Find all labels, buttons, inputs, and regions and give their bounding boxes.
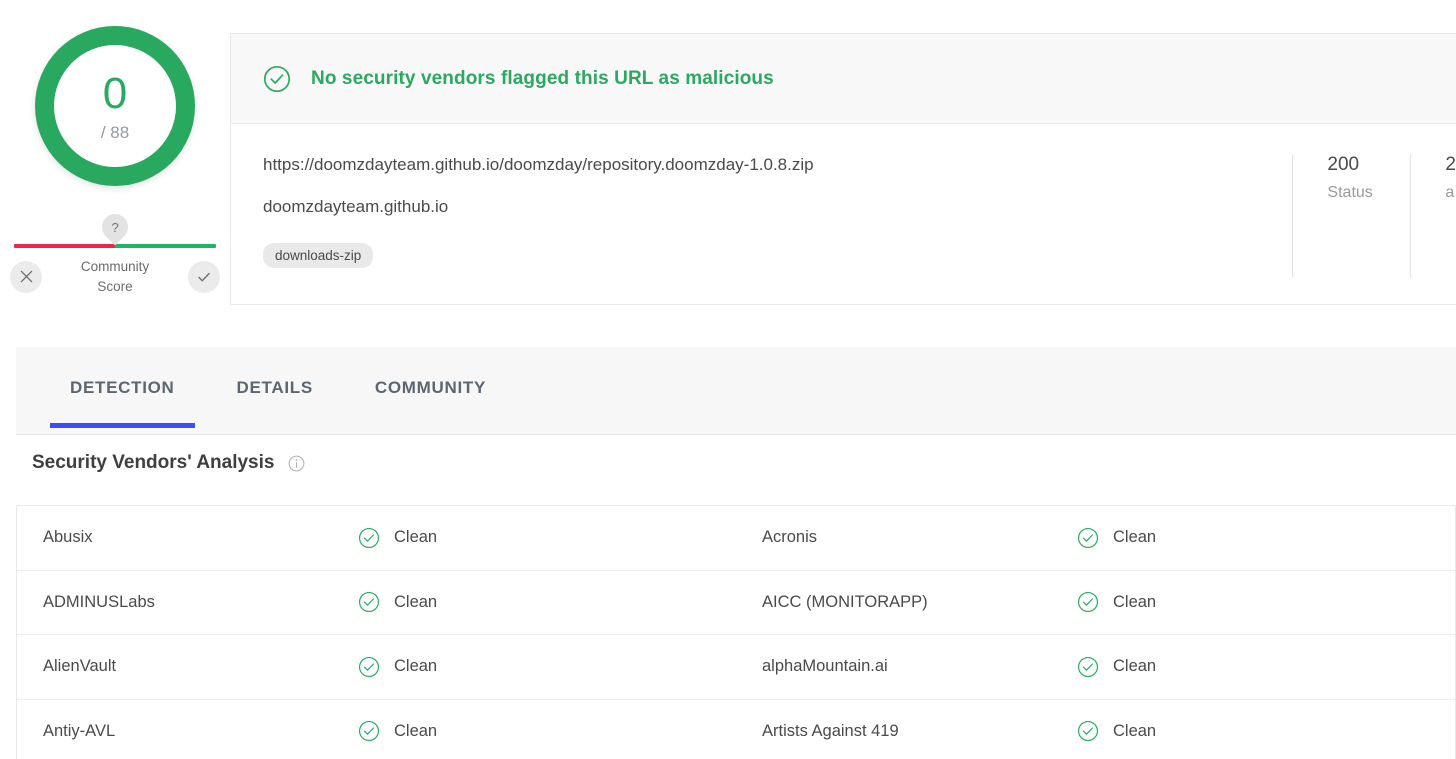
vendor-cell: Artists Against 419 Clean — [736, 700, 1455, 759]
url-stats: 200 Status 2 a — [1292, 154, 1456, 278]
vendor-verdict-text: Clean — [1113, 721, 1157, 740]
vendor-verdict: Clean — [358, 656, 437, 678]
community-score-bar-negative — [14, 244, 115, 248]
vendor-name: ADMINUSLabs — [43, 592, 155, 611]
vendor-name: Abusix — [43, 528, 93, 547]
community-score-label-line1: Community — [80, 259, 150, 274]
vendors-heading: Security Vendors' Analysis — [32, 452, 305, 474]
vendor-verdict-text: Clean — [1113, 592, 1157, 611]
tab-details[interactable]: DETAILS — [231, 377, 319, 428]
check-circle-icon — [1077, 656, 1099, 678]
vendor-name: Antiy-AVL — [43, 721, 116, 740]
check-circle-icon — [358, 591, 380, 613]
info-icon[interactable] — [288, 455, 305, 472]
report-tabs: DETECTION DETAILS COMMUNITY — [16, 347, 1456, 435]
score-column: 0 / 88 ? Community Score — [0, 0, 230, 296]
detection-score-inner: 0 / 88 — [54, 45, 176, 167]
vendor-cell: Acronis Clean — [736, 506, 1455, 570]
vendor-cell: AICC (MONITORAPP) Clean — [736, 571, 1455, 635]
check-circle-icon — [358, 656, 380, 678]
vendor-cell: Antiy-AVL Clean — [17, 700, 736, 759]
vendor-verdict-text: Clean — [394, 592, 438, 611]
tab-detection[interactable]: DETECTION — [50, 377, 195, 428]
community-score-controls: Community Score — [10, 257, 220, 296]
check-circle-icon — [1077, 527, 1099, 549]
vendor-verdict-text: Clean — [1113, 657, 1157, 676]
report-header: 0 / 88 ? Community Score No security ven… — [0, 0, 1456, 305]
vendor-verdict: Clean — [358, 527, 437, 549]
vendor-cell: ADMINUSLabs Clean — [17, 571, 736, 635]
vendor-verdict-text: Clean — [1113, 528, 1157, 547]
url-tag[interactable]: downloads-zip — [263, 242, 374, 268]
community-score-pin: ? — [96, 208, 134, 246]
vendor-name: Artists Against 419 — [762, 721, 899, 740]
stat-last-analysis-label: a — [1445, 183, 1455, 201]
check-circle-icon — [1077, 720, 1099, 742]
check-circle-icon — [358, 527, 380, 549]
stat-last-analysis-value: 2 — [1445, 154, 1456, 175]
tab-community[interactable]: COMMUNITY — [369, 377, 492, 428]
community-score-bar-positive — [115, 244, 216, 248]
scanned-url[interactable]: https://doomzdayteam.github.io/doomzday/… — [263, 154, 1272, 177]
check-circle-icon — [1077, 591, 1099, 613]
detection-score-total: / 88 — [100, 122, 130, 142]
virustotal-url-report: 0 / 88 ? Community Score No security ven… — [0, 0, 1456, 759]
vendor-name: alphaMountain.ai — [762, 657, 888, 676]
community-score-pin-label: ? — [111, 219, 119, 235]
verdict-banner: No security vendors flagged this URL as … — [231, 34, 1456, 124]
vendor-verdict: Clean — [1077, 527, 1156, 549]
close-icon — [20, 270, 32, 283]
vendor-cell: AlienVault Clean — [17, 635, 736, 699]
community-score-label: Community Score — [60, 257, 170, 296]
community-score-label-line2: Score — [97, 278, 133, 294]
community-vote-up-button[interactable] — [188, 260, 220, 293]
stat-status: 200 Status — [1292, 154, 1410, 278]
stat-status-label: Status — [1327, 183, 1373, 201]
table-row: Abusix Clean Acronis Clean — [17, 506, 1455, 571]
check-circle-icon — [263, 65, 291, 93]
url-card-body: https://doomzdayteam.github.io/doomzday/… — [231, 124, 1456, 304]
table-row: ADMINUSLabs Clean AICC (MONITORAPP) Clea… — [17, 571, 1455, 635]
detection-score-value: 0 — [102, 68, 128, 118]
table-row: Antiy-AVL Clean Artists Against 419 Clea… — [17, 700, 1455, 759]
check-icon — [198, 272, 210, 281]
vendor-name: AlienVault — [43, 657, 117, 676]
check-circle-icon — [358, 720, 380, 742]
detection-score-donut: 0 / 88 — [35, 26, 195, 186]
community-vote-down-button[interactable] — [10, 260, 42, 293]
vendor-verdict-text: Clean — [394, 657, 438, 676]
stat-last-analysis: 2 a — [1410, 154, 1456, 278]
community-score-widget: ? Community Score — [0, 208, 230, 296]
vendor-verdict: Clean — [358, 591, 437, 613]
vendor-cell: alphaMountain.ai Clean — [736, 635, 1455, 699]
url-host[interactable]: doomzdayteam.github.io — [263, 197, 1272, 217]
page-title: Security Vendors' Analysis — [32, 452, 275, 473]
verdict-text: No security vendors flagged this URL as … — [311, 67, 774, 89]
vendor-verdict-text: Clean — [394, 721, 438, 740]
vendor-verdict: Clean — [1077, 656, 1156, 678]
table-row: AlienVault Clean alphaMountain.ai Clean — [17, 635, 1455, 700]
vendor-verdict-text: Clean — [394, 528, 438, 547]
url-info: https://doomzdayteam.github.io/doomzday/… — [231, 154, 1292, 278]
url-detection-card: No security vendors flagged this URL as … — [230, 33, 1456, 305]
vendor-verdict: Clean — [1077, 591, 1156, 613]
vendor-verdict: Clean — [1077, 720, 1156, 742]
vendor-verdict: Clean — [358, 720, 437, 742]
security-vendors-table: Abusix Clean Acronis Clean ADMINUSLabs C… — [16, 505, 1456, 759]
vendor-name: AICC (MONITORAPP) — [762, 592, 928, 611]
vendor-name: Acronis — [762, 528, 818, 547]
vendor-cell: Abusix Clean — [17, 506, 736, 570]
stat-status-value: 200 — [1327, 154, 1360, 175]
